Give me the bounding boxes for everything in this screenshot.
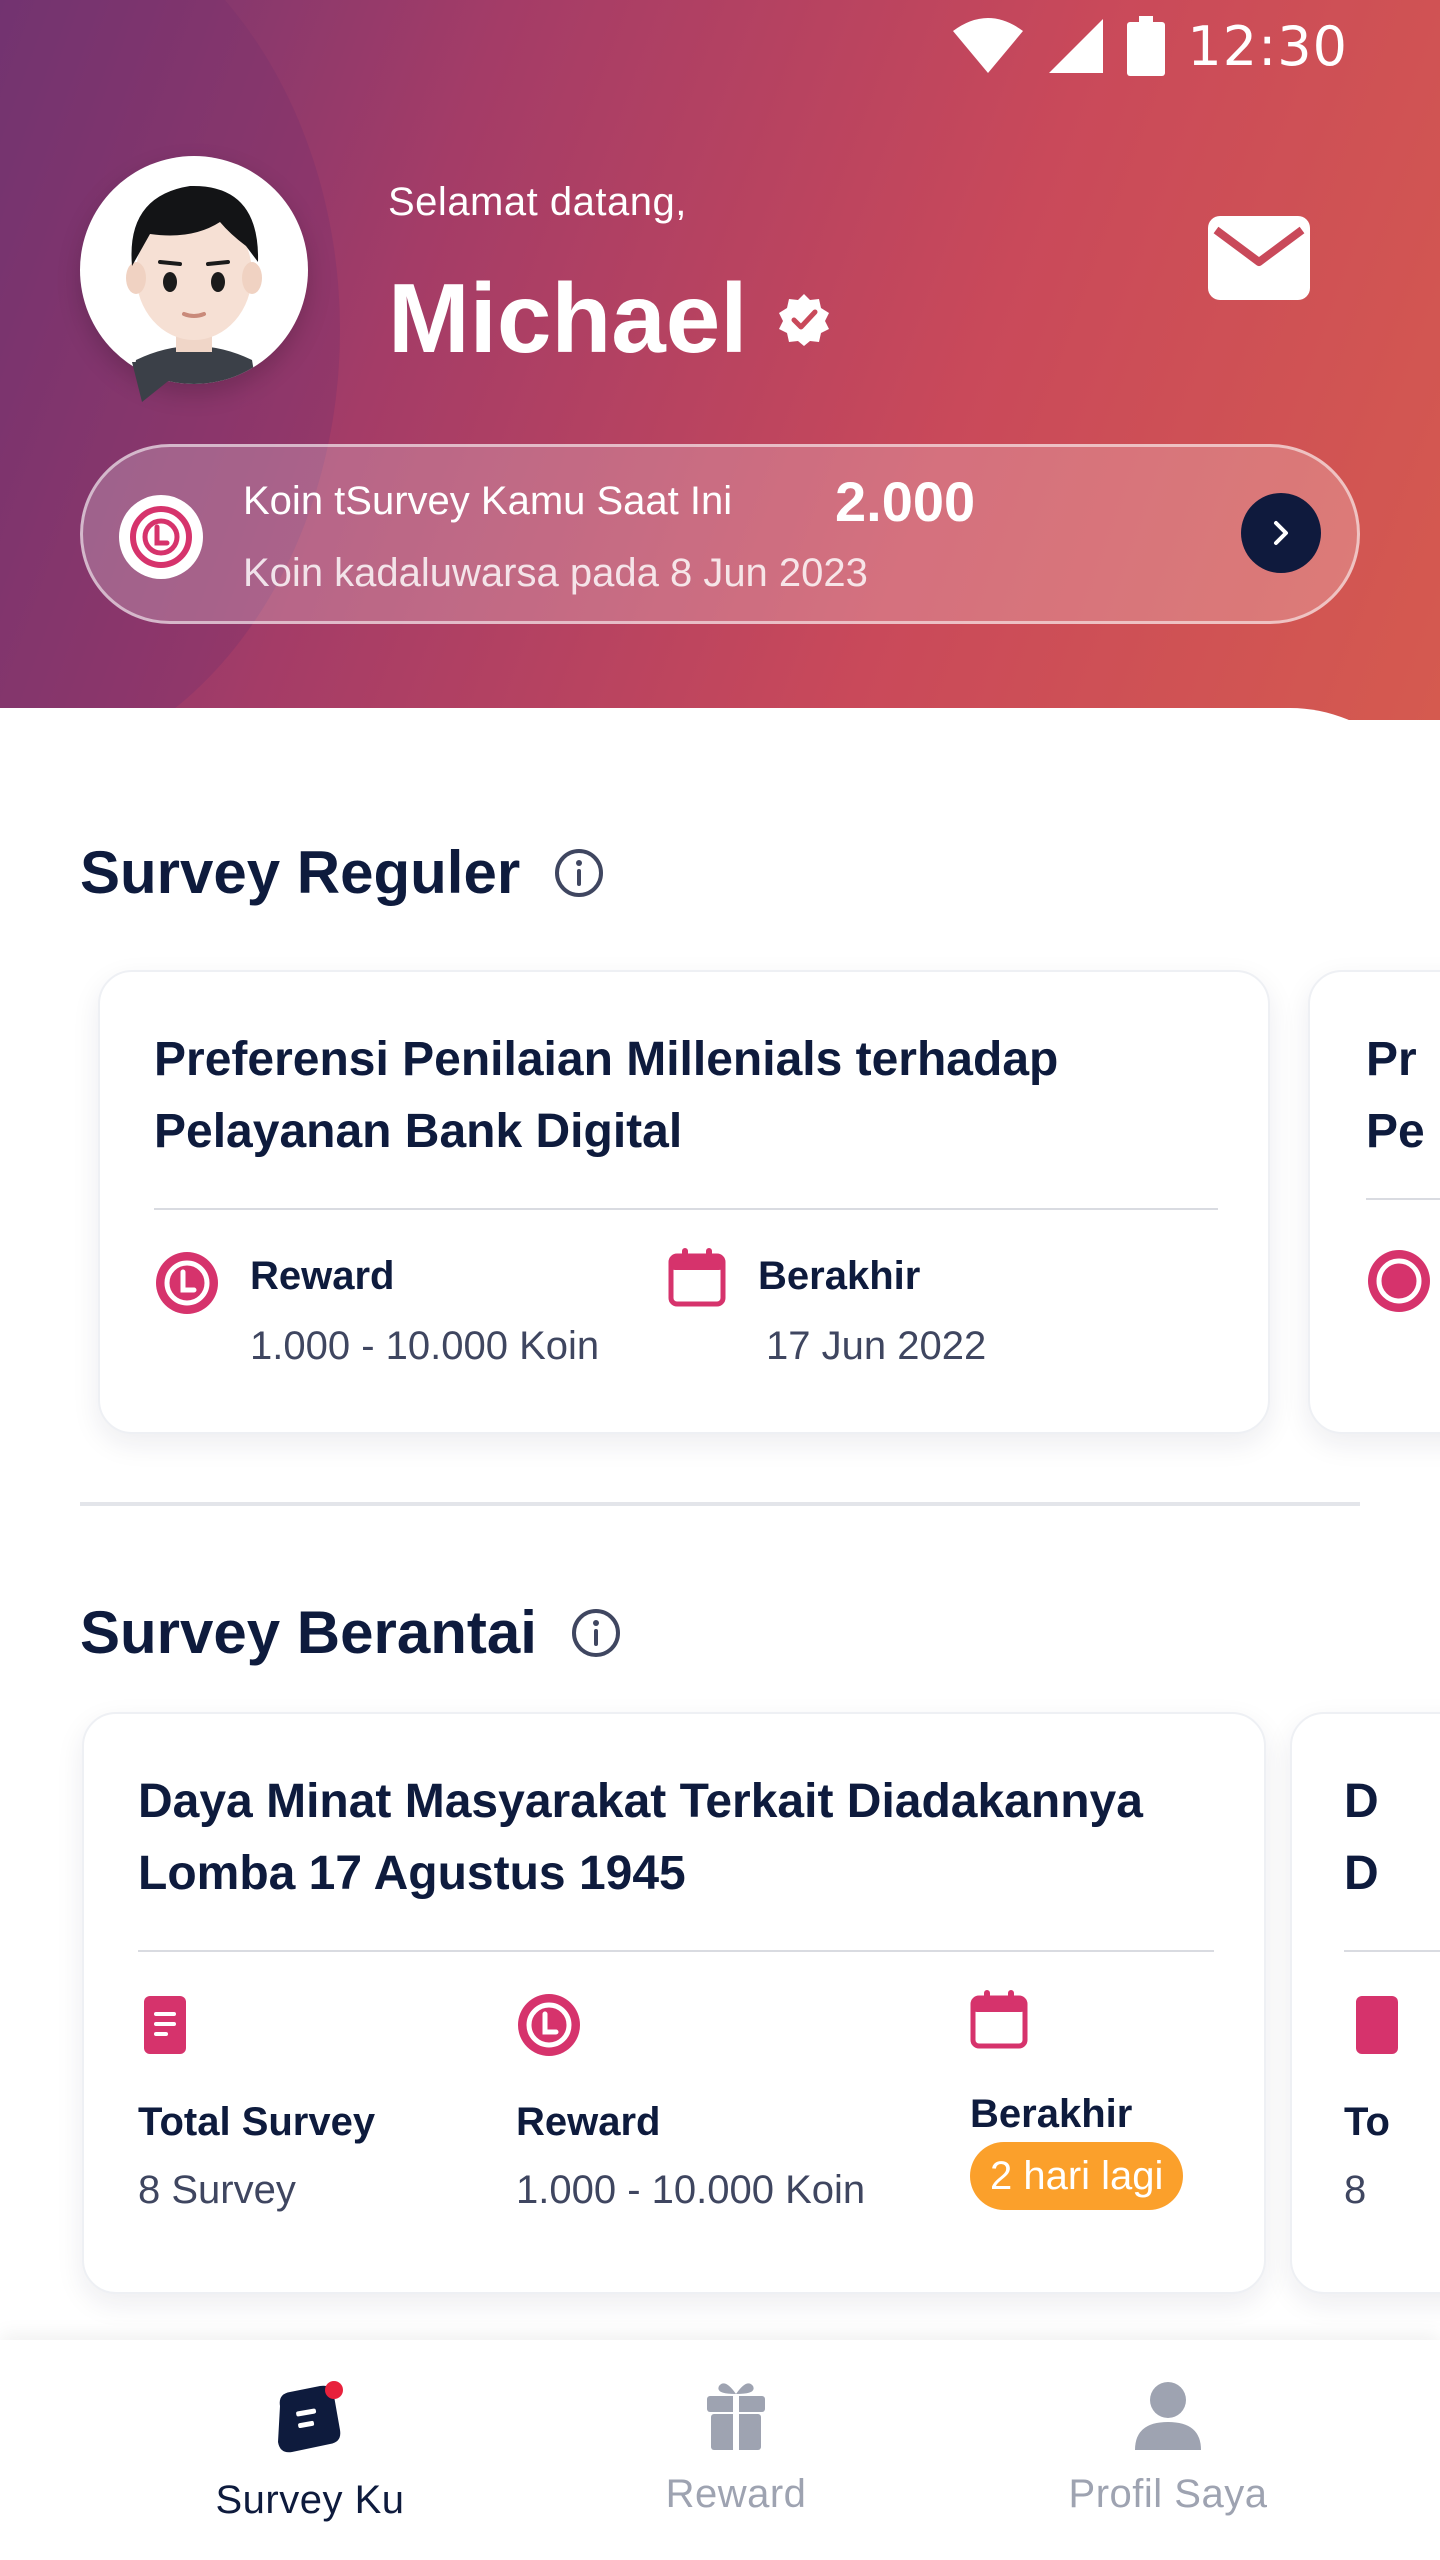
nav-label: Reward bbox=[665, 2472, 807, 2516]
reward-value: 1.000 - 10.000 Koin bbox=[250, 1324, 600, 1368]
survey-card-title-partial: Pr bbox=[1366, 1033, 1417, 1086]
status-time: 12:30 bbox=[1187, 14, 1348, 78]
section-title-chain: Survey Berantai bbox=[80, 1598, 621, 1667]
chevron-right-icon bbox=[1274, 521, 1288, 545]
mail-button[interactable] bbox=[1208, 216, 1310, 300]
survey-card-title-partial-2: Pe bbox=[1366, 1105, 1425, 1158]
reward-value: 1.000 - 10.000 Koin bbox=[516, 2168, 866, 2212]
coin-balance-card[interactable]: Koin tSurvey Kamu Saat Ini 2.000 Koin ka… bbox=[80, 444, 1360, 624]
survey-card-chain[interactable]: Daya Minat Masyarakat Terkait Diadakanny… bbox=[82, 1712, 1266, 2294]
coin-detail-button[interactable] bbox=[1241, 493, 1321, 573]
document-icon bbox=[1356, 1996, 1398, 2054]
survey-icon bbox=[278, 2381, 343, 2453]
info-icon[interactable] bbox=[554, 848, 604, 898]
info-icon[interactable] bbox=[571, 1608, 621, 1658]
user-name: Michael bbox=[388, 262, 831, 375]
coin-expiry: Koin kadaluwarsa pada 8 Jun 2023 bbox=[243, 551, 868, 595]
avatar-illustration bbox=[126, 185, 262, 384]
survey-card-title: Preferensi Penilaian Millenials terhadap… bbox=[154, 1033, 1059, 1158]
deadline-badge: 2 hari lagi bbox=[970, 2142, 1184, 2210]
user-name-text: Michael bbox=[388, 263, 748, 373]
welcome-text: Selamat datang, bbox=[388, 180, 687, 224]
nav-label: Survey Ku bbox=[215, 2478, 405, 2522]
card-divider bbox=[1344, 1950, 1440, 1952]
survey-card-title: Daya Minat Masyarakat Terkait Diadakanny… bbox=[138, 1775, 1143, 1900]
verified-icon bbox=[779, 293, 830, 346]
reward-label: Reward bbox=[516, 2100, 661, 2144]
gift-icon bbox=[707, 2383, 765, 2450]
avatar[interactable] bbox=[80, 156, 310, 402]
total-survey-value: 8 Survey bbox=[138, 2168, 296, 2212]
coin-amount: 2.000 bbox=[835, 470, 976, 533]
battery-icon bbox=[1127, 16, 1166, 76]
section-divider bbox=[80, 1502, 1360, 1506]
reward-label: Reward bbox=[250, 1254, 395, 1298]
status-bar: 12:30 bbox=[951, 14, 1348, 78]
calendar-icon bbox=[970, 1990, 1028, 2049]
mail-icon bbox=[1208, 216, 1310, 300]
nav-reward[interactable]: Reward bbox=[556, 2380, 916, 2517]
avatar-tail-icon bbox=[132, 362, 192, 402]
end-label: Berakhir bbox=[970, 2092, 1133, 2136]
survey-card-title-partial-2: D bbox=[1344, 1847, 1379, 1900]
signal-icon bbox=[1049, 19, 1104, 73]
calendar-icon bbox=[668, 1248, 726, 1307]
document-icon bbox=[144, 1996, 186, 2054]
coin-icon bbox=[119, 495, 203, 579]
survey-card-chain-next[interactable]: D D To 8 bbox=[1290, 1712, 1440, 2294]
end-label: Berakhir bbox=[758, 1254, 921, 1298]
total-survey-label: Total Survey bbox=[138, 2100, 376, 2144]
coin-icon bbox=[518, 1994, 580, 2056]
survey-card-regular[interactable]: Preferensi Penilaian Millenials terhadap… bbox=[98, 970, 1270, 1434]
card-divider bbox=[138, 1950, 1214, 1952]
survey-card-regular-next[interactable]: Pr Pe bbox=[1308, 970, 1440, 1434]
coin-icon bbox=[1368, 1250, 1430, 1312]
bottom-navigation: Survey Ku Reward Profil Saya bbox=[0, 2340, 1440, 2560]
coin-icon bbox=[156, 1252, 218, 1314]
section-title-regular: Survey Reguler bbox=[80, 838, 604, 907]
survey-card-title-partial: D bbox=[1344, 1775, 1379, 1828]
card-divider bbox=[1366, 1198, 1440, 1200]
user-icon bbox=[1135, 2382, 1201, 2450]
end-value: 17 Jun 2022 bbox=[766, 1324, 987, 1368]
coin-label: Koin tSurvey Kamu Saat Ini bbox=[243, 479, 733, 523]
total-survey-label-partial: To bbox=[1344, 2100, 1390, 2144]
section-title-chain-text: Survey Berantai bbox=[80, 1599, 537, 1666]
nav-profil-saya[interactable]: Profil Saya bbox=[988, 2380, 1348, 2517]
total-survey-value-partial: 8 bbox=[1344, 2168, 1367, 2212]
nav-survey-ku[interactable]: Survey Ku bbox=[130, 2380, 490, 2523]
wifi-icon bbox=[953, 18, 1024, 73]
nav-label: Profil Saya bbox=[1068, 2472, 1268, 2516]
section-title-regular-text: Survey Reguler bbox=[80, 839, 521, 906]
card-divider bbox=[154, 1208, 1218, 1210]
